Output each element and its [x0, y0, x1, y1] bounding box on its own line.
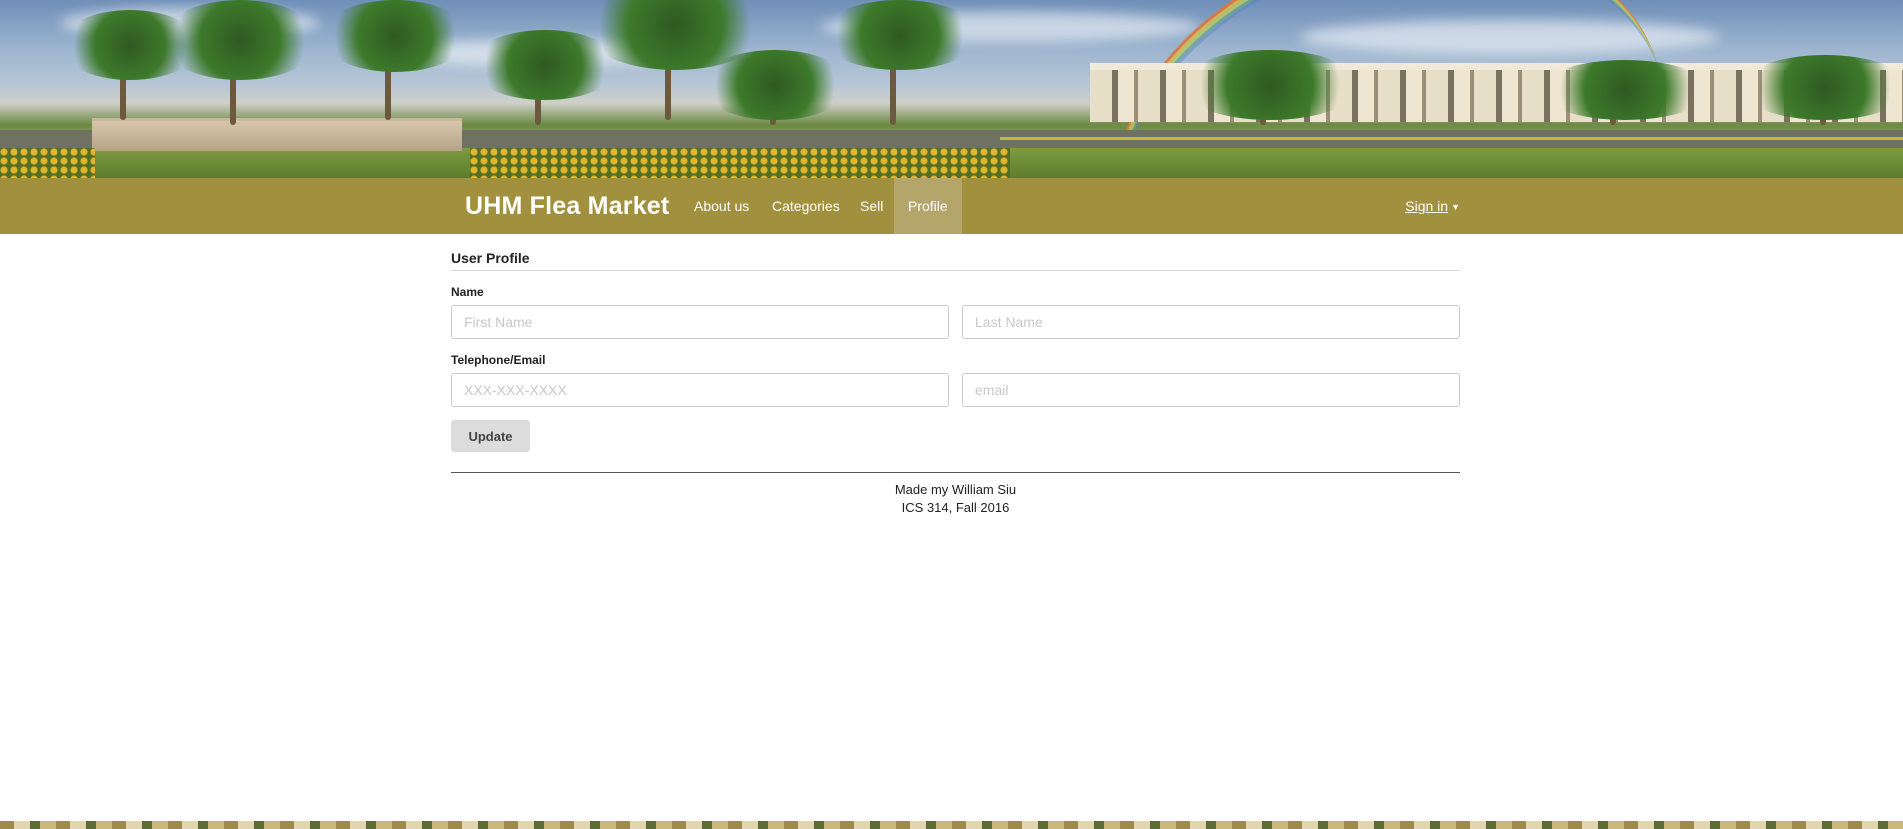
update-button[interactable]: Update [451, 420, 530, 452]
signin-dropdown[interactable]: Sign in ▼ [1405, 178, 1460, 234]
nav-categories[interactable]: Categories [758, 178, 854, 234]
name-label: Name [451, 285, 484, 299]
contact-row [451, 373, 1460, 407]
nav-profile[interactable]: Profile [894, 178, 962, 234]
profile-form-container: User Profile Name Telephone/Email Update… [451, 234, 1460, 517]
first-name-input[interactable] [451, 305, 949, 339]
last-name-input[interactable] [962, 305, 1460, 339]
name-row [451, 305, 1460, 339]
footer-divider [451, 472, 1460, 473]
contact-label: Telephone/Email [451, 353, 546, 367]
nav-sell[interactable]: Sell [846, 178, 897, 234]
email-input[interactable] [962, 373, 1460, 407]
footer: Made my William Siu ICS 314, Fall 2016 [451, 481, 1460, 517]
page-title: User Profile [451, 250, 1460, 271]
site-brand[interactable]: UHM Flea Market [465, 178, 669, 234]
caret-down-icon: ▼ [1451, 202, 1460, 212]
phone-input[interactable] [451, 373, 949, 407]
nav-about-us[interactable]: About us [680, 178, 763, 234]
footer-course: ICS 314, Fall 2016 [901, 500, 1010, 515]
bottom-image-strip [0, 821, 1903, 829]
navbar: UHM Flea Market About us Categories Sell… [0, 178, 1903, 234]
signin-label: Sign in [1405, 198, 1449, 214]
header-banner-image [0, 0, 1903, 178]
footer-credit: Made my William Siu [894, 482, 1017, 497]
